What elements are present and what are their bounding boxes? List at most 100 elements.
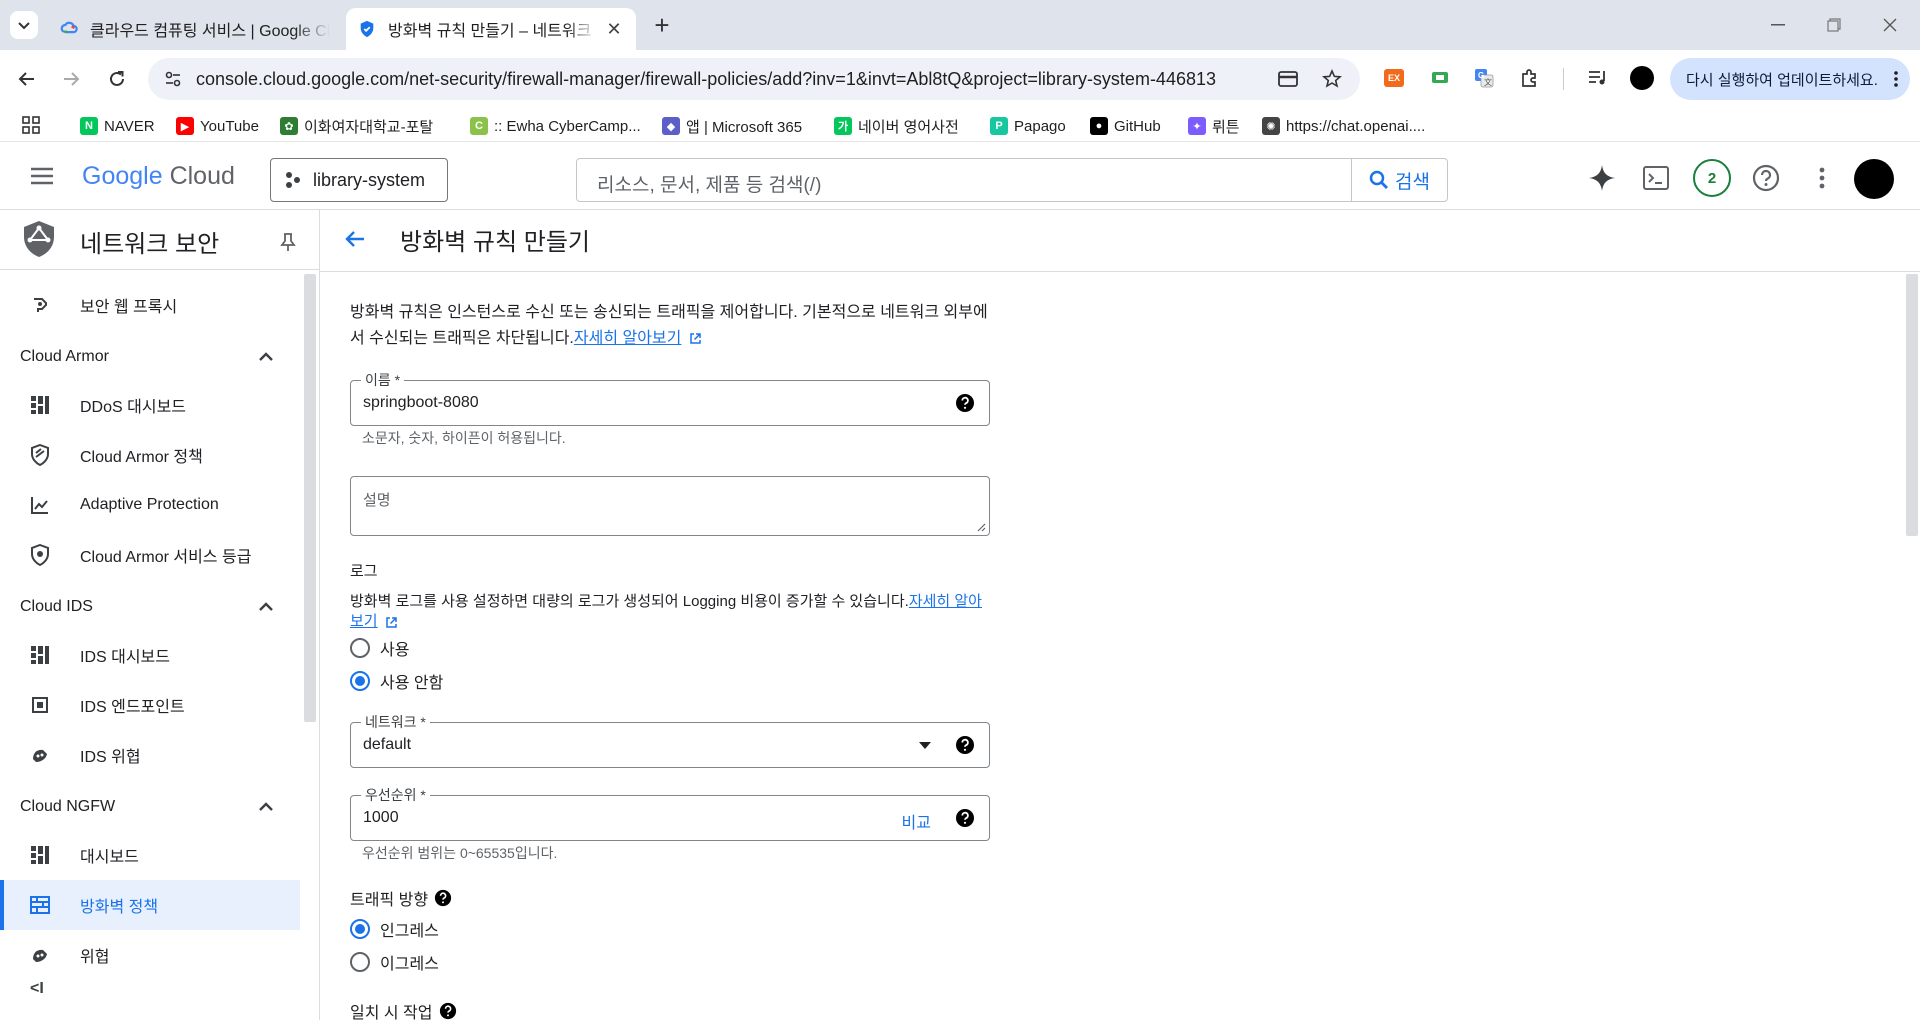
chevron-up-icon[interactable]: [256, 347, 276, 367]
bookmark-item[interactable]: N NAVER: [80, 115, 155, 137]
reload-button[interactable]: [102, 64, 132, 94]
notifications-badge[interactable]: 2: [1693, 159, 1731, 197]
logs-off-radio[interactable]: 사용 안함: [350, 669, 443, 693]
bookmark-item[interactable]: ✿ 이화여자대학교-포탈: [280, 115, 433, 137]
help-icon[interactable]: [955, 808, 975, 828]
console-header: Google Cloud library-system 리소스, 문서, 제품 …: [0, 142, 1920, 210]
console-search[interactable]: 리소스, 문서, 제품 등 검색(/) 검색: [576, 158, 1448, 202]
network-label: 네트워크 *: [361, 712, 430, 732]
radio-button-selected[interactable]: [350, 671, 370, 691]
pin-icon[interactable]: [280, 232, 296, 252]
close-tab-icon[interactable]: ✕: [604, 19, 624, 39]
help-icon[interactable]: [955, 393, 975, 413]
priority-input[interactable]: 1000: [363, 809, 399, 827]
logs-title: 로그: [350, 563, 378, 580]
back-arrow-icon[interactable]: [344, 228, 366, 250]
logs-on-radio[interactable]: 사용: [350, 636, 409, 660]
more-vert-icon[interactable]: [1806, 162, 1838, 194]
name-input[interactable]: springboot-8080: [363, 394, 479, 412]
bookmark-item[interactable]: ▶ YouTube: [176, 115, 259, 137]
sidebar-item[interactable]: IDS 대시보드: [0, 630, 300, 680]
sidebar-item[interactable]: Cloud Armor 서비스 등급: [0, 530, 300, 580]
cloud-shell-icon[interactable]: [1640, 162, 1672, 194]
address-bar[interactable]: console.cloud.google.com/net-security/fi…: [148, 58, 1360, 100]
radio-button[interactable]: [350, 952, 370, 972]
chevron-up-icon[interactable]: [256, 797, 276, 817]
back-button[interactable]: [12, 64, 42, 94]
help-icon[interactable]: [439, 1002, 457, 1020]
bookmark-favicon-icon: C: [470, 117, 488, 135]
sidebar-section-header[interactable]: Cloud NGFW: [20, 792, 280, 822]
bookmark-item[interactable]: ✦ 뤼튼: [1188, 115, 1240, 137]
extension-screen-icon[interactable]: [1428, 66, 1452, 90]
name-field[interactable]: 이름 * springboot-8080: [350, 370, 990, 426]
direction-egress-radio[interactable]: 이그레스: [350, 950, 439, 974]
google-cloud-logo[interactable]: Google Cloud: [82, 162, 235, 191]
sidebar-section-header[interactable]: Cloud IDS: [20, 592, 280, 622]
radio-button[interactable]: [350, 638, 370, 658]
puzzle-extensions-icon[interactable]: [1518, 66, 1542, 90]
hamburger-menu-icon[interactable]: [28, 164, 56, 188]
network-select[interactable]: 네트워크 * default: [350, 712, 990, 768]
update-chrome-button[interactable]: 다시 실행하여 업데이트하세요.: [1670, 58, 1910, 100]
account-avatar[interactable]: [1854, 159, 1894, 199]
bookmark-item[interactable]: ✺ https://chat.openai....: [1262, 115, 1425, 137]
sidebar-item[interactable]: 보안 웹 프록시: [0, 280, 300, 330]
sidebar-item-label: DDoS 대시보드: [80, 399, 187, 416]
tab-google-cloud[interactable]: 클라우드 컴퓨팅 서비스 | Google Cloud: [48, 8, 342, 50]
help-icon[interactable]: [1750, 162, 1782, 194]
sidebar-item[interactable]: 대시보드: [0, 830, 300, 880]
priority-compare-button[interactable]: 비교: [902, 809, 931, 833]
forward-button[interactable]: [56, 64, 86, 94]
profile-avatar-icon[interactable]: [1630, 66, 1654, 90]
resize-handle-icon[interactable]: [976, 522, 986, 532]
close-window-icon[interactable]: [1870, 10, 1910, 40]
site-info-icon[interactable]: [164, 70, 182, 88]
bookmark-label: NAVER: [104, 117, 155, 135]
tab-search-button[interactable]: [10, 11, 38, 39]
sidebar-section-header[interactable]: Cloud Armor: [20, 342, 280, 372]
bookmark-star-icon[interactable]: [1322, 69, 1342, 89]
learn-more-link[interactable]: 자세히 알아보기: [574, 330, 682, 347]
apps-grid-icon[interactable]: [22, 116, 40, 134]
translate-icon[interactable]: G文: [1472, 66, 1496, 90]
help-icon[interactable]: [434, 889, 452, 907]
direction-ingress-radio[interactable]: 인그레스: [350, 917, 439, 941]
sidebar-item[interactable]: DDoS 대시보드: [0, 380, 300, 430]
search-input[interactable]: 리소스, 문서, 제품 등 검색(/): [597, 170, 821, 197]
priority-field[interactable]: 우선순위 * 1000 비교: [350, 785, 990, 841]
description-field[interactable]: 설명: [350, 476, 990, 536]
project-picker[interactable]: library-system: [270, 158, 448, 202]
gemini-sparkle-icon[interactable]: [1586, 162, 1618, 194]
radio-button-selected[interactable]: [350, 919, 370, 939]
dropdown-arrow-icon: [919, 742, 931, 749]
media-control-icon[interactable]: [1586, 66, 1610, 90]
sidebar-item-label: 대시보드: [80, 849, 139, 866]
card-icon[interactable]: [1278, 70, 1298, 88]
tab-firewall-rule[interactable]: 방화벽 규칙 만들기 – 네트워크 보안 ✕: [346, 8, 636, 50]
bookmark-label: 이화여자대학교-포탈: [304, 118, 434, 136]
main-scrollbar[interactable]: [1906, 274, 1918, 536]
help-icon[interactable]: [955, 735, 975, 755]
reload-icon: [110, 71, 124, 86]
sidebar-item[interactable]: IDS 엔드포인트: [0, 680, 300, 730]
sidebar-item[interactable]: Cloud Armor 정책: [0, 430, 300, 480]
sidebar-item[interactable]: 방화벽 정책: [0, 880, 300, 930]
bookmark-item[interactable]: ◆ 앱 | Microsoft 365: [662, 115, 802, 137]
sidebar-scrollbar[interactable]: [304, 274, 316, 722]
restore-icon[interactable]: [1814, 10, 1854, 40]
sidebar-item[interactable]: 위협: [0, 930, 300, 980]
bookmark-item[interactable]: C:: Ewha CyberCamp...: [470, 115, 641, 137]
new-tab-button[interactable]: +: [648, 12, 676, 40]
bookmark-item[interactable]: P Papago: [990, 115, 1066, 137]
bookmark-item[interactable]: 가 네이버 영어사전: [834, 115, 959, 137]
minimize-icon[interactable]: [1758, 10, 1798, 40]
search-button[interactable]: 검색: [1351, 159, 1447, 201]
sidebar-item[interactable]: Adaptive Protection: [0, 480, 300, 530]
chevron-up-icon[interactable]: [256, 597, 276, 617]
bookmark-item[interactable]: ● GitHub: [1090, 115, 1161, 137]
sidebar-item-label: Cloud Armor 정책: [80, 449, 203, 466]
extension-ex-icon[interactable]: EX: [1382, 66, 1406, 90]
collapse-sidebar-button[interactable]: <I: [30, 980, 44, 998]
sidebar-item[interactable]: IDS 위협: [0, 730, 300, 780]
